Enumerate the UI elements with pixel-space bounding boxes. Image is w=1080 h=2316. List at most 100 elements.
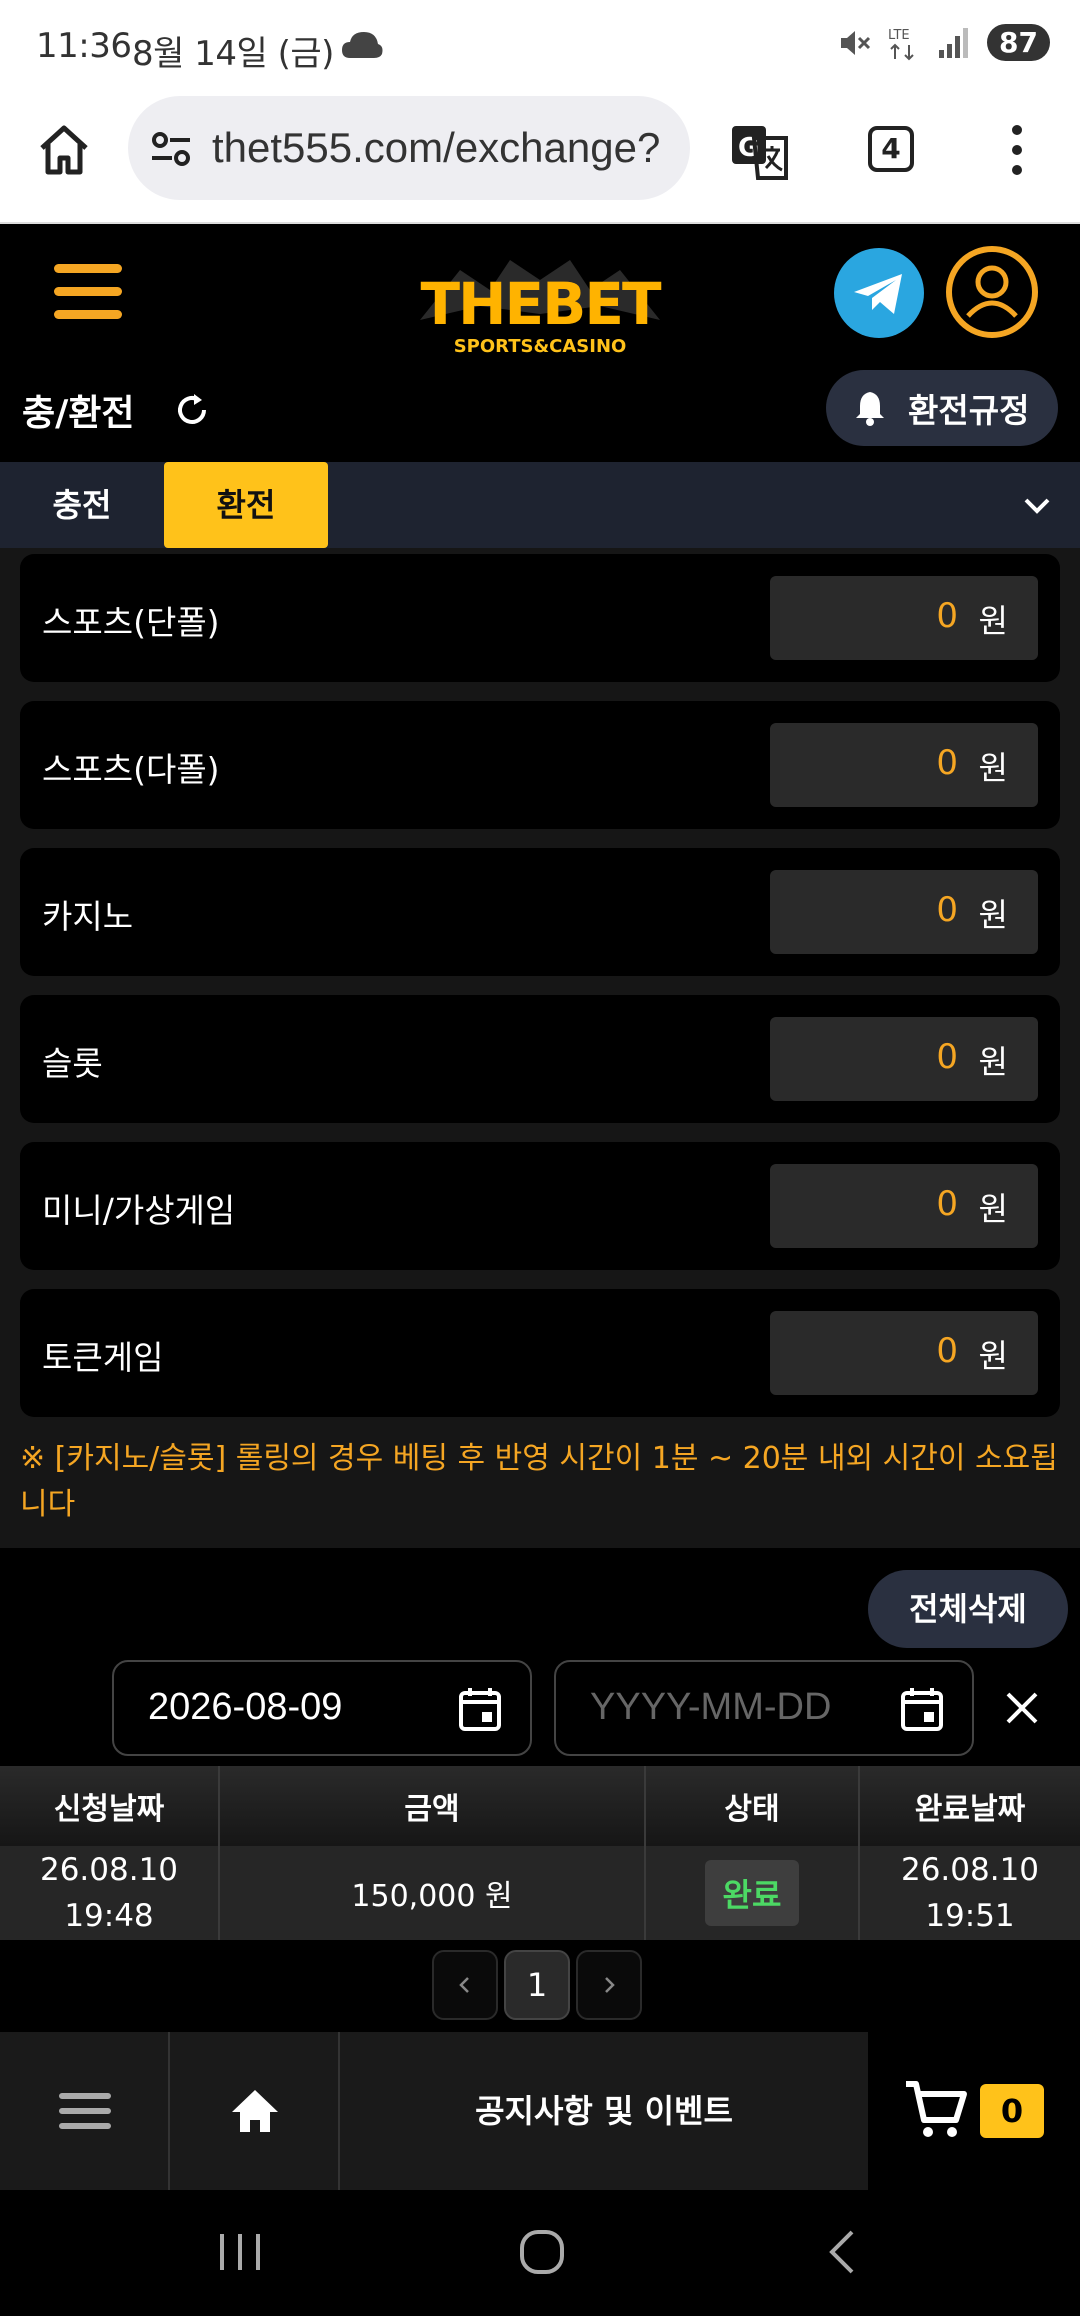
battery-level: 87 bbox=[987, 24, 1050, 61]
balance-value: 0 bbox=[936, 1184, 958, 1224]
next-page-button[interactable] bbox=[576, 1950, 642, 2020]
page-button[interactable]: 1 bbox=[504, 1950, 570, 2020]
balance-value-box: 0원 bbox=[770, 723, 1038, 807]
balance-row-token-game: 토큰게임 0원 bbox=[20, 1289, 1060, 1417]
column-header: 금액 bbox=[220, 1766, 646, 1846]
chevron-right-icon bbox=[605, 1977, 615, 1993]
balance-value: 0 bbox=[936, 1037, 958, 1077]
balance-value: 0 bbox=[936, 890, 958, 930]
pagination: 1 bbox=[432, 1950, 642, 2020]
balance-value: 0 bbox=[936, 743, 958, 783]
delete-all-button[interactable]: 전체삭제 bbox=[868, 1570, 1068, 1648]
mute-icon bbox=[841, 30, 871, 55]
balance-value-box: 0원 bbox=[770, 1017, 1038, 1101]
tab-switcher-button[interactable]: 4 bbox=[868, 126, 914, 172]
svg-text:THEBET: THEBET bbox=[420, 270, 662, 338]
menu-icon bbox=[59, 2093, 111, 2129]
recent-apps-icon[interactable] bbox=[210, 2222, 270, 2282]
system-nav-bar bbox=[0, 2190, 1080, 2316]
signal-icon bbox=[939, 27, 969, 58]
page-title: 충/환전 bbox=[22, 393, 135, 434]
user-icon bbox=[966, 265, 1018, 318]
status-badge: 완료 bbox=[704, 1860, 800, 1926]
amount-cell: 150,000 원 bbox=[220, 1846, 646, 1940]
bet-cart-button[interactable]: 0 bbox=[868, 2032, 1080, 2190]
balance-value: 0 bbox=[936, 1331, 958, 1371]
balance-unit: 원 bbox=[978, 1043, 1008, 1081]
done-date-cell: 26.08.10 19:51 bbox=[860, 1846, 1080, 1940]
notice-events-link[interactable]: 공지사항 및 이벤트 bbox=[340, 2032, 868, 2190]
calendar-icon[interactable] bbox=[900, 1686, 944, 1732]
bottom-nav: 공지사항 및 이벤트 0 bbox=[0, 2032, 1080, 2190]
status-bar: 11:36 8월 14일 (금) LTE 87 bbox=[0, 0, 1080, 94]
balance-row-slot: 슬롯 0원 bbox=[20, 995, 1060, 1123]
back-icon[interactable] bbox=[814, 2222, 874, 2282]
tab-deposit[interactable]: 충전 bbox=[0, 462, 164, 548]
svg-text:SPORTS&CASINO: SPORTS&CASINO bbox=[454, 336, 627, 357]
balance-unit: 원 bbox=[978, 749, 1008, 787]
calendar-icon[interactable] bbox=[458, 1686, 502, 1732]
done-date: 26.08.10 bbox=[900, 1852, 1040, 1888]
column-header: 신청날짜 bbox=[0, 1766, 220, 1846]
bell-icon bbox=[856, 392, 884, 426]
address-bar[interactable]: thet555.com/exchange? bbox=[128, 96, 690, 200]
history-table-header: 신청날짜 금액 상태 완료날짜 bbox=[0, 1766, 1080, 1846]
balance-label: 스포츠(단폴) bbox=[42, 603, 220, 642]
balance-value: 0 bbox=[936, 596, 958, 636]
exchange-rules-label: 환전규정 bbox=[908, 391, 1030, 430]
balance-label: 슬롯 bbox=[42, 1044, 103, 1083]
close-icon[interactable] bbox=[1002, 1688, 1042, 1728]
balance-label: 토큰게임 bbox=[42, 1338, 164, 1377]
balance-label: 미니/가상게임 bbox=[42, 1191, 236, 1230]
request-time: 19:48 bbox=[64, 1898, 154, 1934]
status-date: 8월 14일 (금) bbox=[132, 34, 334, 74]
exchange-rules-button[interactable]: 환전규정 bbox=[826, 370, 1058, 446]
bottom-home-button[interactable] bbox=[170, 2032, 340, 2190]
more-menu-icon[interactable] bbox=[1000, 120, 1034, 180]
date-to-placeholder[interactable]: YYYY-MM-DD bbox=[590, 1686, 831, 1729]
svg-text:LTE: LTE bbox=[888, 28, 910, 43]
request-date: 26.08.10 bbox=[39, 1852, 179, 1888]
site-settings-icon[interactable] bbox=[148, 126, 194, 172]
site-header: THEBET SPORTS&CASINO 충/환전 환전규정 bbox=[0, 224, 1080, 460]
tab-withdraw[interactable]: 환전 bbox=[164, 462, 328, 548]
site-logo[interactable]: THEBET SPORTS&CASINO bbox=[400, 240, 680, 370]
balance-unit: 원 bbox=[978, 1337, 1008, 1375]
url-text[interactable]: thet555.com/exchange? bbox=[212, 124, 674, 172]
date-from-input[interactable]: 2026-08-09 bbox=[112, 1660, 532, 1756]
translate-icon[interactable]: G bbox=[728, 120, 792, 184]
date-from-value[interactable]: 2026-08-09 bbox=[148, 1686, 342, 1729]
status-cell: 완료 bbox=[646, 1846, 860, 1940]
balance-value-box: 0원 bbox=[770, 1311, 1038, 1395]
home-icon[interactable] bbox=[512, 2222, 572, 2282]
cloud-icon bbox=[342, 32, 383, 58]
column-header: 완료날짜 bbox=[914, 1792, 1026, 1827]
balance-value-box: 0원 bbox=[770, 1164, 1038, 1248]
prev-page-button[interactable] bbox=[432, 1950, 498, 2020]
balance-unit: 원 bbox=[978, 1190, 1008, 1228]
chevron-down-icon[interactable] bbox=[1020, 488, 1054, 522]
menu-icon[interactable] bbox=[54, 264, 122, 320]
done-time: 19:51 bbox=[925, 1898, 1015, 1934]
balance-row-sports-multi: 스포츠(다폴) 0원 bbox=[20, 701, 1060, 829]
home-icon[interactable] bbox=[34, 120, 94, 180]
date-to-input[interactable]: YYYY-MM-DD bbox=[554, 1660, 974, 1756]
balance-row-sports-single: 스포츠(단폴) 0원 bbox=[20, 554, 1060, 682]
cart-count-badge: 0 bbox=[980, 2084, 1044, 2138]
browser-toolbar: thet555.com/exchange? G 4 bbox=[0, 94, 1080, 224]
tab-bar: 충전 환전 bbox=[0, 462, 1080, 548]
cart-icon bbox=[906, 2081, 967, 2137]
balance-row-casino: 카지노 0원 bbox=[20, 848, 1060, 976]
user-account-button[interactable] bbox=[946, 246, 1038, 338]
balance-row-mini-virtual: 미니/가상게임 0원 bbox=[20, 1142, 1060, 1270]
balance-label: 카지노 bbox=[42, 897, 134, 936]
telegram-button[interactable] bbox=[834, 248, 924, 338]
status-time: 11:36 bbox=[36, 26, 132, 66]
table-row: 26.08.10 19:48 150,000 원 완료 26.08.10 19:51 bbox=[0, 1846, 1080, 1940]
telegram-icon bbox=[854, 274, 902, 314]
balance-panel: 스포츠(단폴) 0원 스포츠(다폴) 0원 카지노 0원 슬롯 0원 미니/가상… bbox=[0, 548, 1080, 1548]
bottom-menu-button[interactable] bbox=[0, 2032, 170, 2190]
refresh-icon[interactable] bbox=[174, 392, 210, 428]
column-header: 상태 bbox=[646, 1766, 860, 1846]
lte-icon: LTE bbox=[888, 28, 914, 60]
